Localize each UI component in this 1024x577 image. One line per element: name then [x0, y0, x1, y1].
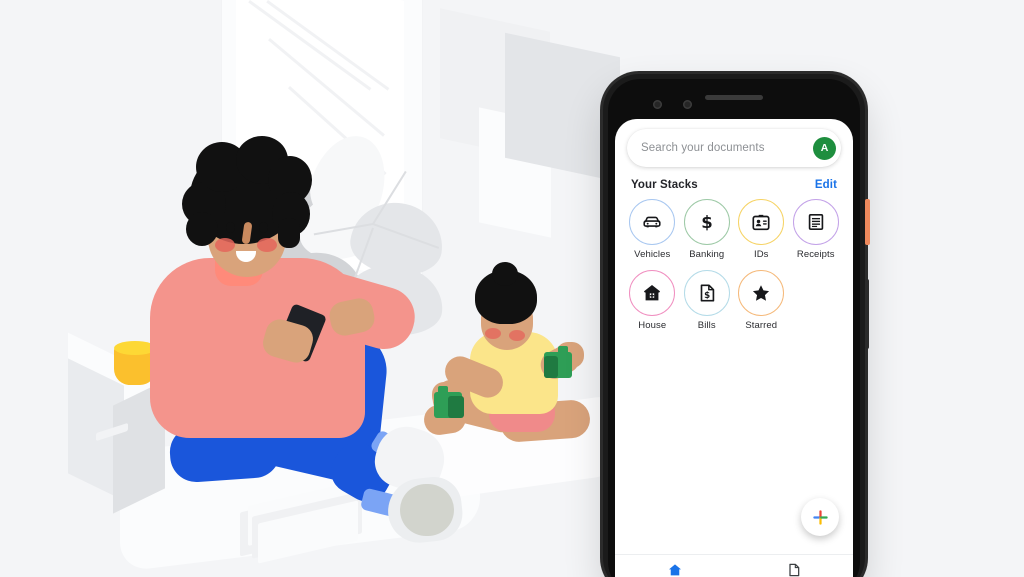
- add-button[interactable]: [801, 498, 839, 536]
- stack-item-starred[interactable]: Starred: [734, 270, 789, 331]
- stack-ring-banking: $: [683, 199, 730, 245]
- nav-item-all-documents[interactable]: All documents: [734, 562, 853, 577]
- screenshot-stage: Search your documents A Your Stacks Edit: [0, 0, 1024, 577]
- id-badge-icon: [752, 214, 770, 231]
- baby-cheek-left: [485, 328, 501, 339]
- stack-item-ids[interactable]: IDs: [734, 199, 789, 260]
- adult-eye-right: [259, 222, 268, 233]
- search-area: Search your documents A: [615, 119, 853, 167]
- phone-screen: Search your documents A Your Stacks Edit: [615, 119, 853, 577]
- stack-ring-ids: [738, 199, 785, 245]
- stack-ring-starred: [738, 270, 785, 316]
- content-area: [615, 331, 853, 554]
- stack-label-bills: Bills: [697, 320, 716, 331]
- toy-block-left-shade: [448, 396, 464, 418]
- stack-ring-bills: $: [683, 270, 730, 316]
- document-icon: [788, 563, 799, 576]
- phone-mockup: Search your documents A Your Stacks Edit: [603, 74, 870, 577]
- edit-button[interactable]: Edit: [815, 179, 837, 191]
- dollar-icon: $: [701, 213, 712, 232]
- page-title: Your Stacks: [631, 179, 698, 191]
- svg-text:$: $: [704, 291, 710, 301]
- receipt-icon: [808, 214, 823, 230]
- stack-item-bills[interactable]: $ Bills: [680, 270, 735, 331]
- front-camera-icon: [653, 100, 662, 109]
- stack-label-house: House: [638, 320, 667, 331]
- car-icon: [643, 216, 661, 228]
- stack-label-starred: Starred: [745, 320, 778, 331]
- stack-label-receipts: Receipts: [796, 249, 835, 260]
- earpiece-speaker: [705, 95, 763, 100]
- sensor-icon: [683, 100, 692, 109]
- stack-ring-house: [629, 270, 676, 316]
- stack-item-banking[interactable]: $ Banking: [680, 199, 735, 260]
- hair-sideburn: [278, 218, 300, 248]
- stacks-header: Your Stacks Edit: [615, 167, 853, 197]
- sock-sole-shadow: [400, 484, 454, 536]
- search-input[interactable]: Search your documents A: [627, 129, 841, 167]
- volume-button[interactable]: [865, 279, 869, 349]
- stack-ring-receipts: [792, 199, 839, 245]
- baby-cheek-right: [509, 330, 525, 341]
- star-icon: [753, 285, 770, 301]
- house-icon: [644, 285, 661, 301]
- avatar[interactable]: A: [813, 136, 836, 160]
- stack-item-vehicles[interactable]: Vehicles: [625, 199, 680, 260]
- home-icon: [668, 563, 681, 575]
- search-placeholder: Search your documents: [641, 142, 765, 154]
- plus-icon: [812, 509, 828, 525]
- adult-cheek-right: [257, 238, 277, 252]
- toy-block-left-stud: [438, 386, 448, 394]
- toy-block-right-stud: [558, 346, 568, 354]
- stack-item-receipts[interactable]: Receipts: [789, 199, 844, 260]
- bottom-navigation: Home All documents: [615, 554, 853, 577]
- svg-text:$: $: [701, 213, 712, 232]
- stack-label-ids: IDs: [753, 249, 769, 260]
- bill-icon: $: [700, 284, 714, 302]
- toy-block-right-shade: [544, 356, 558, 378]
- adult-cheek-left: [215, 238, 235, 252]
- hair-puff-6: [186, 212, 218, 246]
- illustration-scene: [0, 0, 620, 577]
- stack-label-banking: Banking: [689, 249, 725, 260]
- stack-cell-empty: [789, 270, 844, 331]
- stack-ring-vehicles: [629, 199, 676, 245]
- baby-hair-bun: [492, 262, 518, 286]
- stack-label-vehicles: Vehicles: [634, 249, 671, 260]
- nav-item-home[interactable]: Home: [615, 562, 734, 577]
- stack-item-house[interactable]: House: [625, 270, 680, 331]
- power-button[interactable]: [865, 199, 870, 245]
- adult-eye-left: [226, 222, 235, 233]
- stacks-grid: Vehicles $ Banking IDs Receipts House $ …: [615, 197, 853, 331]
